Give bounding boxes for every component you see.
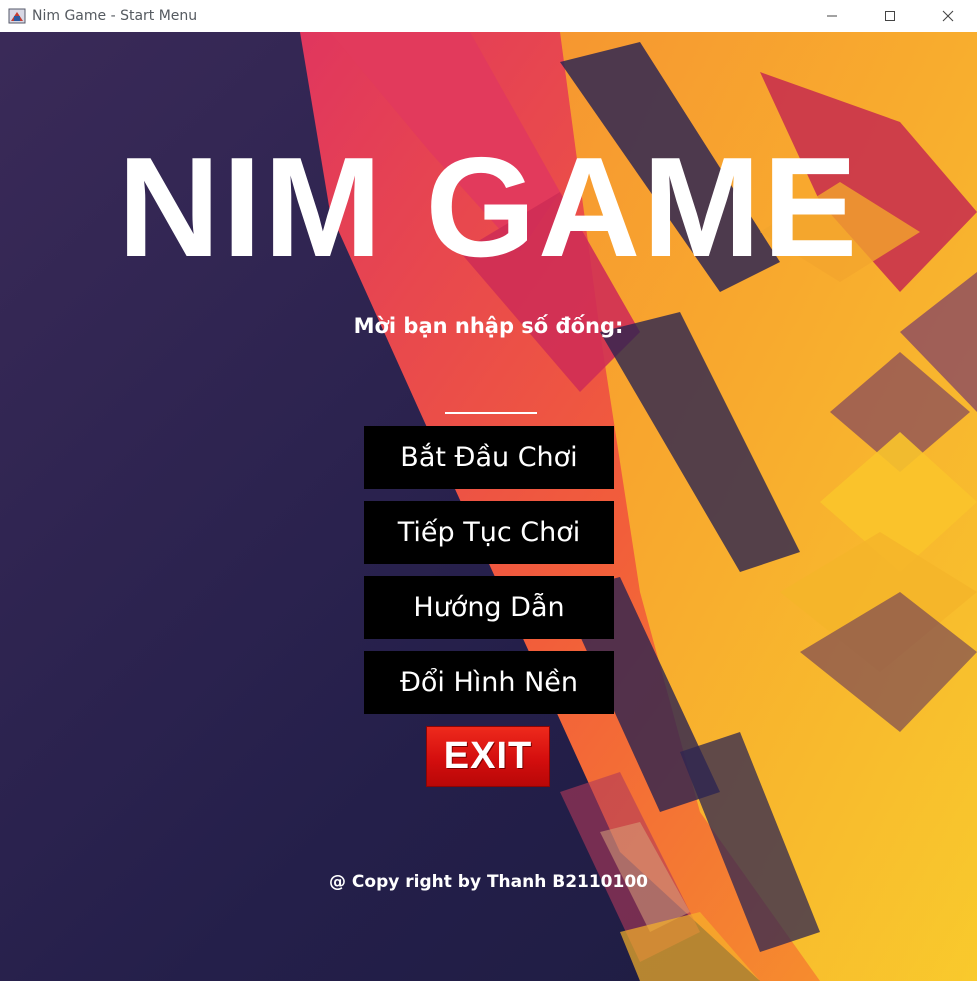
change-background-button[interactable]: Đổi Hình Nền bbox=[364, 651, 614, 714]
pile-count-prompt: Mời bạn nhập số đống: bbox=[353, 314, 624, 338]
minimize-button[interactable] bbox=[803, 0, 861, 32]
start-game-label: Bắt Đầu Chơi bbox=[400, 442, 578, 473]
window-title: Nim Game - Start Menu bbox=[32, 8, 198, 24]
game-title: NIM GAME bbox=[117, 128, 860, 287]
java-app-icon bbox=[8, 7, 26, 25]
app-window: Nim Game - Start Menu NIM GAME Mời bạn n… bbox=[0, 0, 977, 981]
maximize-button[interactable] bbox=[861, 0, 919, 32]
continue-game-button[interactable]: Tiếp Tục Chơi bbox=[364, 501, 614, 564]
change-background-label: Đổi Hình Nền bbox=[399, 667, 579, 698]
window-controls bbox=[803, 0, 977, 32]
copyright-text: @ Copy right by Thanh B2110100 bbox=[329, 872, 648, 892]
start-game-button[interactable]: Bắt Đầu Chơi bbox=[364, 426, 614, 489]
close-button[interactable] bbox=[919, 0, 977, 32]
minimize-icon bbox=[827, 15, 837, 17]
maximize-icon bbox=[885, 11, 895, 21]
guide-label: Hướng Dẫn bbox=[413, 592, 565, 623]
guide-button[interactable]: Hướng Dẫn bbox=[364, 576, 614, 639]
pile-count-input[interactable] bbox=[445, 384, 537, 414]
exit-label: EXIT bbox=[443, 735, 533, 777]
close-icon bbox=[942, 10, 954, 22]
continue-game-label: Tiếp Tục Chơi bbox=[397, 517, 581, 548]
start-menu-panel: NIM GAME Mời bạn nhập số đống: Bắt Đầu C… bbox=[0, 32, 977, 981]
title-bar[interactable]: Nim Game - Start Menu bbox=[0, 0, 977, 32]
exit-button[interactable]: EXIT bbox=[426, 726, 550, 787]
